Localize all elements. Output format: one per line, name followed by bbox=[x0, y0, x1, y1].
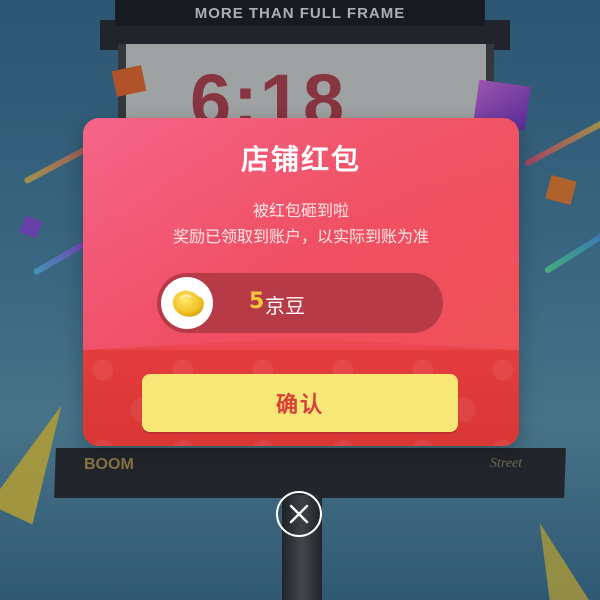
dialog-subtitle: 被红包砸到啦 bbox=[252, 201, 349, 220]
close-icon bbox=[289, 504, 309, 524]
reward-pill: 5 京豆 bbox=[157, 273, 443, 333]
confirm-button[interactable]: 确认 bbox=[142, 374, 458, 432]
bean-shape bbox=[172, 290, 204, 317]
dialog-title: 店铺红包 bbox=[240, 143, 361, 176]
shop-red-packet-dialog: 店铺红包 被红包砸到啦 奖励已领取到账户，以实际到账为准 5 京豆 确认 bbox=[83, 118, 519, 446]
reward-amount: 5 bbox=[249, 289, 265, 314]
dialog-note: 奖励已领取到账户，以实际到账为准 bbox=[172, 227, 429, 246]
close-button[interactable] bbox=[276, 491, 322, 537]
reward-unit: 京豆 bbox=[265, 294, 305, 318]
jingdou-bean-icon bbox=[161, 277, 213, 329]
